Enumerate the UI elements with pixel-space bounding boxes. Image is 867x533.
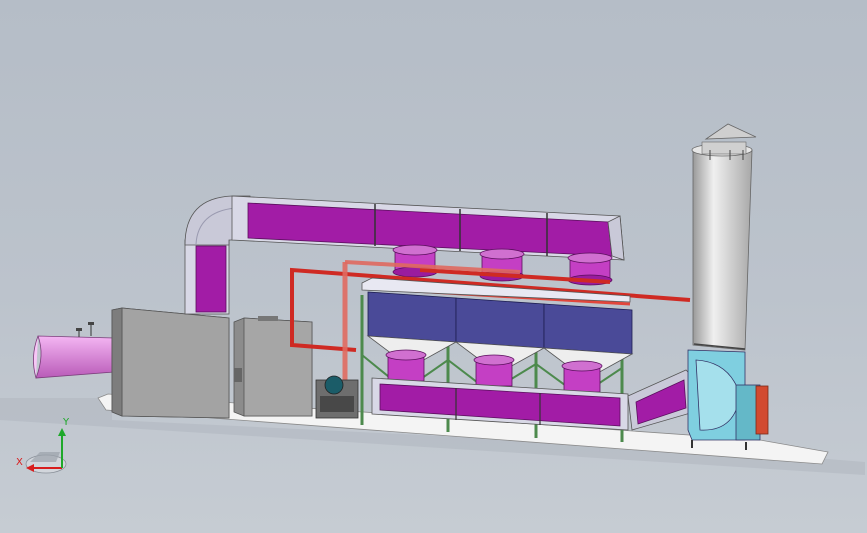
exhaust-stack[interactable] bbox=[691, 123, 757, 351]
cad-viewport[interactable]: X Y bbox=[0, 0, 867, 533]
axis-triad: X Y bbox=[16, 417, 70, 474]
inlet-pipe[interactable] bbox=[33, 322, 115, 379]
filter-cabinet[interactable] bbox=[111, 307, 230, 419]
fan-inlet-duct[interactable] bbox=[627, 369, 695, 431]
axis-y-label: Y bbox=[62, 417, 70, 428]
riser-duct[interactable] bbox=[184, 239, 230, 315]
equipment-model: X Y bbox=[0, 123, 865, 475]
exhaust-fan[interactable] bbox=[687, 349, 769, 450]
axis-x-label: X bbox=[16, 457, 23, 468]
pump-unit[interactable] bbox=[315, 375, 359, 419]
control-box[interactable] bbox=[233, 316, 313, 417]
